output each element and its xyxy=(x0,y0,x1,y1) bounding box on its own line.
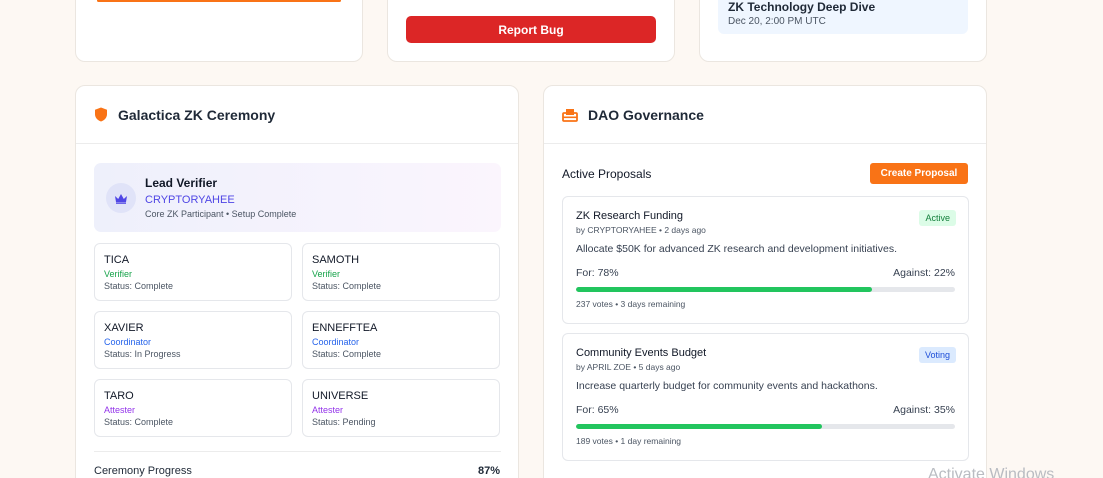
vote-progress-bar xyxy=(576,287,955,292)
lead-verifier-description: Core ZK Participant • Setup Complete xyxy=(145,209,297,219)
member-card[interactable]: SAMOTH Verifier Status: Complete xyxy=(302,243,500,301)
ceremony-header: Galactica ZK Ceremony xyxy=(76,86,518,144)
proposal-meta: 237 votes • 3 days remaining xyxy=(576,299,686,309)
vote-progress-fill xyxy=(576,287,872,292)
proposal-author: by APRIL ZOE • 5 days ago xyxy=(576,362,681,372)
for-label: For: 65% xyxy=(576,404,619,416)
top-right-card: ZK Technology Deep Dive Dec 20, 2:00 PM … xyxy=(699,0,987,62)
ceremony-card: Galactica ZK Ceremony Lead Verifier CRYP… xyxy=(75,85,519,478)
member-name: ENNEFFTEA xyxy=(312,322,378,334)
member-name: SAMOTH xyxy=(312,254,360,266)
proposal-description: Allocate $50K for advanced ZK research a… xyxy=(576,243,898,255)
active-proposals-label: Active Proposals xyxy=(562,167,652,181)
top-left-accent-bar xyxy=(97,0,341,2)
status-badge: Active xyxy=(919,210,956,226)
member-card[interactable]: XAVIER Coordinator Status: In Progress xyxy=(94,311,292,369)
top-left-card xyxy=(75,0,363,62)
create-proposal-button[interactable]: Create Proposal xyxy=(870,163,968,184)
lead-verifier-name: CRYPTORYAHEE xyxy=(145,194,235,206)
member-status: Status: Complete xyxy=(104,417,174,427)
dao-title: DAO Governance xyxy=(588,106,704,123)
report-bug-button[interactable]: Report Bug xyxy=(406,16,656,43)
ceremony-progress-value: 87% xyxy=(477,465,500,477)
top-middle-card: Report Bug xyxy=(387,0,675,62)
for-label: For: 78% xyxy=(576,267,619,279)
dao-header: DAO Governance xyxy=(544,86,986,144)
member-status: Status: Complete xyxy=(312,349,382,359)
against-label: Against: 35% xyxy=(893,404,955,416)
member-role: Verifier xyxy=(312,269,341,279)
member-role: Coordinator xyxy=(312,337,360,347)
proposal-title: Community Events Budget xyxy=(576,347,707,359)
lead-verifier-box: Lead Verifier CRYPTORYAHEE Core ZK Parti… xyxy=(94,163,501,232)
member-name: TICA xyxy=(104,254,130,266)
shield-icon xyxy=(94,107,108,122)
lead-verifier-title: Lead Verifier xyxy=(145,176,218,190)
crown-icon xyxy=(106,183,136,213)
member-name: XAVIER xyxy=(104,322,144,334)
proposal-meta: 189 votes • 1 day remaining xyxy=(576,436,682,446)
member-card[interactable]: TARO Attester Status: Complete xyxy=(94,379,292,437)
member-status: Status: Pending xyxy=(312,417,376,427)
event-date: Dec 20, 2:00 PM UTC xyxy=(728,16,826,27)
proposal-card[interactable]: Community Events Budget by APRIL ZOE • 5… xyxy=(562,333,969,461)
member-role: Verifier xyxy=(104,269,133,279)
member-name: UNIVERSE xyxy=(312,390,369,402)
proposal-title: ZK Research Funding xyxy=(576,210,683,222)
member-card[interactable]: UNIVERSE Attester Status: Pending xyxy=(302,379,500,437)
member-status: Status: Complete xyxy=(104,281,174,291)
proposal-card[interactable]: ZK Research Funding by CRYPTORYAHEE • 2 … xyxy=(562,196,969,324)
member-role: Attester xyxy=(312,405,344,415)
proposal-description: Increase quarterly budget for community … xyxy=(576,380,878,392)
member-card[interactable]: ENNEFFTEA Coordinator Status: Complete xyxy=(302,311,500,369)
vote-progress-fill xyxy=(576,424,823,429)
dao-governance-card: DAO Governance Active Proposals Create P… xyxy=(543,85,987,478)
windows-activation-watermark: Activate Windows xyxy=(928,466,1055,478)
proposal-author: by CRYPTORYAHEE • 2 days ago xyxy=(576,225,706,235)
ceremony-title: Galactica ZK Ceremony xyxy=(118,106,276,123)
member-name: TARO xyxy=(104,390,134,402)
vote-progress-bar xyxy=(576,424,955,429)
event-title: ZK Technology Deep Dive xyxy=(728,0,876,14)
member-card[interactable]: TICA Verifier Status: Complete xyxy=(94,243,292,301)
member-role: Attester xyxy=(104,405,136,415)
divider xyxy=(94,451,501,452)
member-status: Status: Complete xyxy=(312,281,382,291)
ceremony-progress-label: Ceremony Progress xyxy=(94,465,192,477)
ballot-box-icon xyxy=(562,108,578,122)
event-item[interactable]: ZK Technology Deep Dive Dec 20, 2:00 PM … xyxy=(718,0,968,34)
member-role: Coordinator xyxy=(104,337,152,347)
member-status: Status: In Progress xyxy=(104,349,181,359)
against-label: Against: 22% xyxy=(893,267,955,279)
status-badge: Voting xyxy=(918,347,956,363)
